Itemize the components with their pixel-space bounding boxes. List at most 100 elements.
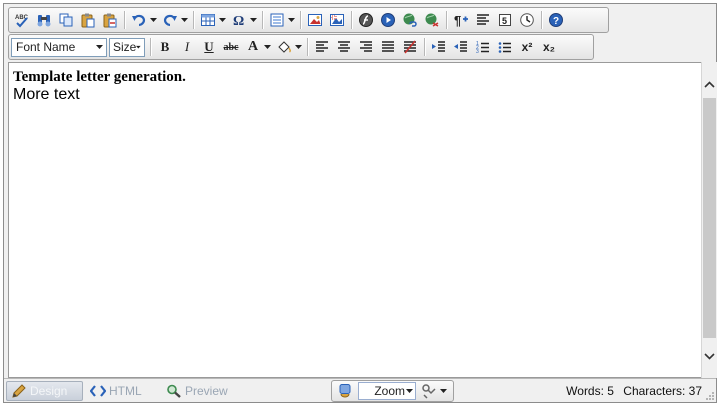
toolbar-separator — [262, 11, 263, 29]
font-name-dropdown[interactable]: Font Name — [11, 37, 107, 57]
characters-count: Characters: 37 — [623, 384, 702, 398]
insert-table-dropdown[interactable] — [216, 10, 228, 30]
background-color-dropdown[interactable] — [292, 37, 304, 57]
image-map-button[interactable] — [326, 10, 348, 30]
remove-alignment-button[interactable] — [399, 37, 421, 57]
subscript-button[interactable]: x₂ — [538, 37, 560, 57]
font-color-dropdown[interactable] — [261, 37, 273, 57]
underline-button[interactable]: U — [198, 37, 220, 57]
chevron-down-icon — [149, 17, 157, 22]
chevron-down-icon — [249, 17, 257, 22]
chevron-up-icon — [704, 81, 715, 88]
insert-media-button[interactable] — [377, 10, 399, 30]
insert-paragraph-button[interactable]: ¶ — [450, 10, 472, 30]
italic-button[interactable]: I — [176, 37, 198, 57]
chevron-down-icon — [263, 44, 271, 49]
tab-design-label: Design — [30, 384, 68, 398]
paste-button[interactable] — [77, 10, 99, 30]
word-character-counts: Words: 5 Characters: 37 — [560, 384, 702, 398]
align-left-button[interactable] — [311, 37, 333, 57]
insert-hyperlink-button[interactable] — [399, 10, 421, 30]
numbered-list-button[interactable]: 123 — [472, 37, 494, 57]
image-icon — [308, 14, 322, 26]
paragraph-icon: ¶ — [454, 13, 468, 28]
justify-button[interactable] — [377, 37, 399, 57]
list-style-dropdown[interactable] — [285, 10, 297, 30]
insert-flash-button[interactable] — [355, 10, 377, 30]
toolbar-separator — [193, 11, 194, 29]
outdent-icon — [454, 41, 467, 52]
paste-special-button[interactable] — [99, 10, 121, 30]
align-center-button[interactable] — [333, 37, 355, 57]
toolbar-separator — [150, 38, 151, 56]
paragraph-align-button[interactable] — [472, 10, 494, 30]
insert-image-button[interactable] — [304, 10, 326, 30]
paste-special-icon — [103, 13, 117, 28]
superscript-label: x² — [521, 40, 533, 54]
align-left-icon — [316, 41, 328, 52]
bold-label: B — [160, 39, 170, 54]
bulleted-list-button[interactable] — [494, 37, 516, 57]
zoom-dropdown[interactable]: Zoom — [358, 382, 416, 400]
insert-form-element-button[interactable]: 5 — [494, 10, 516, 30]
toolbar-row-2: Font Name Size B I U abc A 1 2 3 x² x₂ — [8, 34, 594, 60]
code-icon — [90, 385, 106, 397]
remove-hyperlink-button[interactable] — [421, 10, 443, 30]
chevron-down-icon — [294, 44, 302, 49]
bulleted-list-icon — [498, 42, 511, 53]
scrollbar-thumb[interactable] — [703, 98, 716, 338]
italic-label: I — [184, 39, 190, 54]
subscript-label: x₂ — [542, 40, 555, 54]
module-icon — [339, 384, 351, 398]
chevron-down-icon — [218, 17, 226, 22]
tab-preview[interactable]: Preview — [162, 381, 234, 401]
content-paragraph: More text — [13, 86, 80, 103]
vertical-scrollbar[interactable] — [701, 62, 717, 378]
help-button[interactable]: ? — [545, 10, 567, 30]
toolbar-row-1: ABC Ω ¶ 5 ? — [8, 7, 609, 33]
remove-alignment-icon — [404, 40, 416, 54]
validator-icon — [422, 384, 436, 399]
tab-design[interactable]: Design — [6, 381, 83, 401]
svg-text:3: 3 — [476, 49, 479, 55]
list-style-icon — [270, 13, 284, 27]
media-icon — [381, 13, 395, 27]
image-map-icon — [330, 14, 344, 26]
spellcheck-icon: ABC — [15, 15, 29, 28]
copy-icon — [59, 13, 73, 27]
resize-grip-icon[interactable] — [705, 391, 715, 401]
toolbar-separator — [307, 38, 308, 56]
font-name-label: Font Name — [16, 40, 76, 54]
editor-content-area[interactable]: Template letter generation. More text — [8, 62, 704, 378]
copy-button[interactable] — [55, 10, 77, 30]
spellcheck-button[interactable]: ABC — [11, 10, 33, 30]
bold-button[interactable]: B — [154, 37, 176, 57]
xhtml-validator-dropdown[interactable] — [437, 381, 449, 401]
hyperlink-icon — [403, 13, 417, 27]
align-right-button[interactable] — [355, 37, 377, 57]
undo-dropdown[interactable] — [147, 10, 159, 30]
align-center-icon — [338, 41, 350, 52]
redo-dropdown[interactable] — [178, 10, 190, 30]
scroll-down-button[interactable] — [702, 348, 717, 365]
svg-text:Ω: Ω — [233, 14, 244, 28]
find-button[interactable] — [33, 10, 55, 30]
superscript-button[interactable]: x² — [516, 37, 538, 57]
chevron-down-icon — [96, 44, 103, 49]
indent-button[interactable] — [428, 37, 450, 57]
scroll-up-button[interactable] — [702, 76, 717, 93]
outdent-button[interactable] — [450, 37, 472, 57]
insert-time-button[interactable] — [516, 10, 538, 30]
special-character-dropdown[interactable] — [247, 10, 259, 30]
rich-text-editor: ABC Ω ¶ 5 ? Font Name Size B I U abc A 1… — [3, 3, 717, 403]
module-manager-button[interactable] — [334, 381, 356, 401]
font-size-dropdown[interactable]: Size — [109, 37, 145, 57]
chevron-down-icon — [406, 388, 413, 393]
tab-html[interactable]: HTML — [86, 381, 148, 401]
indent-icon — [432, 41, 445, 52]
unlink-icon — [425, 13, 439, 27]
toolbar-separator — [124, 11, 125, 29]
table-icon — [201, 14, 215, 26]
font-color-label: A — [247, 39, 259, 54]
strikethrough-button[interactable]: abc — [220, 37, 242, 57]
